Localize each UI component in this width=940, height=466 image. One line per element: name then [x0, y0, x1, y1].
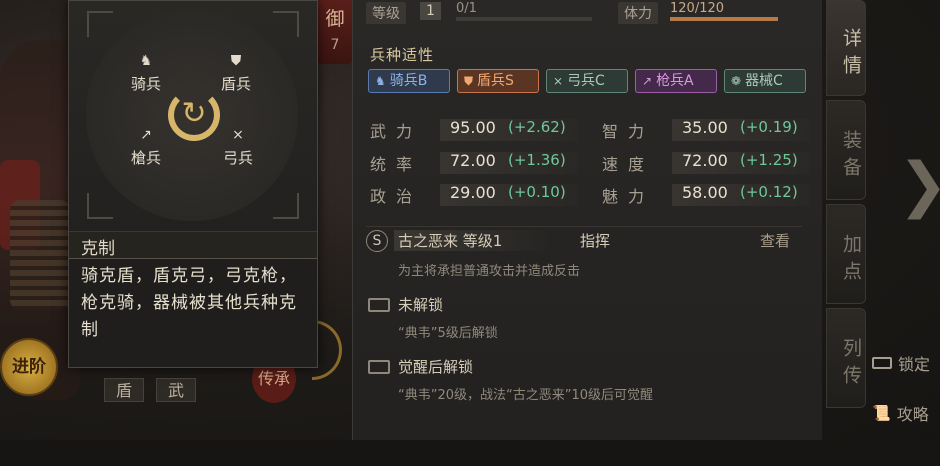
skill-name: 古之恶来 等级1 — [394, 230, 550, 251]
unit-affinity-label: 骑兵B — [389, 73, 428, 89]
tab-shield[interactable]: 盾 — [104, 378, 144, 402]
skill-awaken-title: 觉醒后解锁 — [398, 358, 474, 376]
defense-badge-label: 御 — [325, 8, 345, 30]
skill-view-button[interactable]: 查看 — [760, 230, 790, 251]
spear-icon: ↗ — [140, 127, 152, 143]
scroll-icon: 📜 — [872, 404, 891, 422]
unit-affinity-label: 枪兵A — [656, 73, 694, 89]
stat-value: 72.00 — [682, 151, 728, 170]
stat-value: 35.00 — [682, 118, 728, 137]
spear-icon: ↗ — [642, 74, 653, 88]
cavalry-label: 骑兵 — [130, 75, 161, 93]
lock-button-label: 锁定 — [898, 355, 931, 374]
bow-label: 弓兵 — [222, 149, 253, 167]
skill-badge: S — [366, 230, 388, 252]
skill-awaken-desc: “典韦”20级，战法“古之恶来”10级后可觉醒 — [398, 388, 654, 403]
tab-martial[interactable]: 武 — [156, 378, 196, 402]
lock-icon — [368, 298, 390, 312]
hero-armor — [10, 200, 70, 310]
unit-affinity-tag[interactable]: ⨯ 弓兵C — [546, 69, 628, 93]
stat-label: 政治 — [370, 187, 423, 206]
cavalry-icon: ♞ — [375, 74, 386, 88]
tab-points[interactable]: 加点 — [826, 204, 866, 304]
spear-label: 槍兵 — [130, 149, 161, 167]
shield-label: 盾兵 — [220, 75, 251, 93]
corner-ornament — [87, 11, 113, 37]
divider — [366, 226, 802, 227]
level-value: 1 — [420, 2, 441, 20]
skill-row-3: 觉醒后解锁 “典韦”20级，战法“古之恶来”10级后可觉醒 — [366, 354, 802, 410]
cycle-icon: ↻ — [168, 89, 220, 141]
stat-label: 统率 — [370, 155, 423, 174]
skill-desc: 为主将承担普通攻击并造成反击 — [398, 264, 581, 279]
tab-equipment[interactable]: 装备 — [826, 100, 866, 200]
siege-icon: ❁ — [731, 74, 742, 88]
unit-affinity-tag[interactable]: ↗ 枪兵A — [635, 69, 717, 93]
guide-button[interactable]: 📜 攻略 — [872, 400, 929, 426]
next-arrow-icon[interactable]: ❯ — [898, 140, 940, 230]
advance-button[interactable]: 进阶 — [0, 338, 58, 396]
unit-affinity-label: 盾兵S — [477, 73, 514, 89]
lock-icon — [368, 360, 390, 374]
stat-label: 智力 — [602, 122, 655, 141]
shield-icon: ⛊ — [464, 74, 474, 88]
bottom-strip — [0, 440, 940, 466]
counter-wheel-area: ♞ 骑兵 ⛊ 盾兵 ↗ 槍兵 ⨯ 弓兵 ↻ — [69, 1, 317, 231]
stat-value: 95.00 — [450, 118, 496, 137]
corner-ornament — [273, 11, 299, 37]
lock-icon — [872, 357, 892, 369]
corner-ornament — [87, 193, 113, 219]
skill-locked-desc: “典韦”5级后解锁 — [398, 326, 498, 341]
stat-label: 武力 — [370, 122, 423, 141]
stamina-text: 120/120 — [670, 1, 725, 16]
skill-row-1[interactable]: S 古之恶来 等级1 指挥 查看 为主将承担普通攻击并造成反击 — [366, 228, 802, 284]
cavalry-icon: ♞ — [139, 53, 153, 69]
bow-icon: ⨯ — [553, 74, 564, 88]
level-label: 等级 — [366, 2, 406, 24]
stat-bonus: (+1.25) — [740, 151, 798, 169]
defense-badge: 御 7 — [318, 0, 352, 64]
stat-bonus: (+0.10) — [508, 183, 566, 201]
unit-affinity-title: 兵种适性 — [370, 46, 435, 64]
stat-bonus: (+0.19) — [740, 118, 798, 136]
defense-badge-value: 7 — [330, 37, 340, 53]
unit-affinity-label: 器械C — [745, 73, 783, 89]
stat-bonus: (+0.12) — [740, 183, 798, 201]
lock-button[interactable]: 锁定 — [872, 350, 930, 376]
skill-row-2: 未解锁 “典韦”5级后解锁 — [366, 292, 802, 348]
stat-value: 29.00 — [450, 183, 496, 202]
bow-icon: ⨯ — [232, 127, 244, 143]
stamina-bar — [670, 17, 778, 21]
shield-icon: ⛊ — [230, 53, 242, 69]
skill-type: 指挥 — [580, 232, 611, 250]
stat-value: 58.00 — [682, 183, 728, 202]
guide-button-label: 攻略 — [896, 405, 929, 424]
unit-affinity-tag[interactable]: ⛊ 盾兵S — [457, 69, 539, 93]
stamina-label: 体力 — [618, 2, 658, 24]
stat-bonus: (+1.36) — [508, 151, 566, 169]
stat-label: 速度 — [602, 155, 655, 174]
unit-affinity-tag[interactable]: ❁ 器械C — [724, 69, 806, 93]
corner-ornament — [273, 193, 299, 219]
tab-details[interactable]: 详情 — [826, 0, 866, 96]
exp-bar — [456, 17, 592, 21]
exp-text: 0/1 — [456, 1, 477, 16]
stamina-bar-fill — [670, 17, 778, 21]
counter-tooltip: ♞ 骑兵 ⛊ 盾兵 ↗ 槍兵 ⨯ 弓兵 ↻ 克制 骑克盾，盾克弓，弓克枪，枪克骑… — [68, 0, 318, 368]
skill-locked-title: 未解锁 — [398, 296, 444, 314]
popup-description: 骑克盾，盾克弓，弓克枪，枪克骑，器械被其他兵种克制 — [81, 266, 297, 340]
popup-heading: 克制 — [81, 239, 115, 259]
stat-label: 魅力 — [602, 187, 655, 206]
stat-bonus: (+2.62) — [508, 118, 566, 136]
unit-affinity-tag[interactable]: ♞ 骑兵B — [368, 69, 450, 93]
tab-biography[interactable]: 列传 — [826, 308, 866, 408]
unit-affinity-label: 弓兵C — [567, 73, 605, 89]
stat-value: 72.00 — [450, 151, 496, 170]
